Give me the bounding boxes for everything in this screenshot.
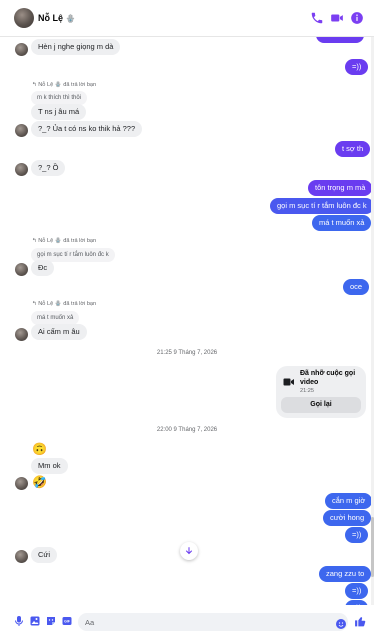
message-outgoing[interactable]: oce — [343, 279, 370, 295]
emoji-message[interactable]: 🤣 — [32, 475, 47, 489]
contact-avatar[interactable] — [14, 8, 34, 28]
message-outgoing[interactable]: gọi m sục tí r tắm luôn đc k — [270, 198, 374, 214]
message-outgoing[interactable]: cắn m giờ — [325, 493, 373, 509]
missed-call-card: Đã nhỡ cuộc gọi video 21:25 Gọi lại — [276, 366, 366, 418]
chat-header: Nỗ Lệ 🪬 — [0, 0, 374, 37]
contact-name[interactable]: Nỗ Lệ 🪬 — [38, 13, 76, 23]
message-outgoing[interactable]: =)) — [345, 583, 369, 599]
sender-avatar — [15, 550, 28, 563]
message-input[interactable] — [78, 613, 348, 631]
message-incoming[interactable]: Ai cấm m âu — [31, 324, 87, 340]
message-outgoing[interactable]: t sợ th — [335, 141, 371, 157]
sender-avatar — [15, 43, 28, 56]
call-back-button[interactable]: Gọi lại — [281, 397, 361, 413]
scroll-to-bottom-button[interactable] — [180, 542, 198, 560]
contact-name-text: Nỗ Lệ — [38, 13, 64, 23]
thumbs-up-icon[interactable] — [354, 615, 367, 628]
message-incoming[interactable]: Hèn j nghe giọng m dà — [31, 39, 121, 55]
sticker-icon[interactable] — [45, 615, 57, 627]
message-incoming[interactable]: T ns j âu má — [31, 104, 87, 120]
reply-label-text: Nỗ Lệ 🪬 đã trả lời bạn — [38, 82, 97, 88]
svg-text:GIF: GIF — [64, 620, 71, 624]
message-outgoing[interactable]: =)) — [345, 527, 369, 543]
reply-label-text: Nỗ Lệ 🪬 đã trả lời bạn — [38, 301, 97, 307]
microphone-icon[interactable] — [13, 615, 25, 627]
contact-name-emoji: 🪬 — [65, 14, 76, 23]
timestamp-divider: 21:25 9 Tháng 7, 2026 — [156, 350, 218, 356]
message-incoming[interactable]: ?_? Ủa t có ns ko thik hả ??? — [31, 121, 143, 137]
message-composer: GIF — [0, 605, 374, 640]
sender-avatar — [15, 477, 28, 490]
reply-label-text: Nỗ Lệ 🪬 đã trả lời bạn — [38, 238, 97, 244]
image-gallery-icon[interactable] — [29, 615, 41, 627]
message-incoming[interactable]: Đc — [31, 260, 55, 276]
timestamp-divider: 22:00 9 Tháng 7, 2026 — [156, 427, 218, 433]
quoted-message[interactable]: má t muốn xả — [31, 311, 80, 325]
emoji-message[interactable]: 🙃 — [32, 442, 47, 456]
message-outgoing[interactable]: má t muốn xả — [312, 215, 372, 231]
reply-label: ↰ Nỗ Lệ 🪬 đã trả lời bạn — [32, 82, 96, 88]
video-camera-icon — [283, 378, 294, 386]
reply-label: ↰ Nỗ Lệ 🪬 đã trả lời bạn — [32, 301, 96, 307]
sender-avatar — [15, 328, 28, 341]
message-incoming[interactable]: Cứi — [31, 547, 58, 563]
message-incoming[interactable]: Mm ok — [31, 458, 68, 474]
message-outgoing[interactable]: cười hong — [323, 510, 372, 526]
video-call-icon[interactable] — [330, 11, 344, 25]
quoted-message[interactable]: m k thích thì thôi — [31, 91, 88, 105]
reply-label: ↰ Nỗ Lệ 🪬 đã trả lời bạn — [32, 238, 96, 244]
missed-call-time: 21:25 — [300, 388, 314, 394]
message-outgoing[interactable]: zang zzu to — [319, 566, 372, 582]
message-outgoing-cropped — [316, 37, 364, 43]
message-incoming[interactable]: ?_? Ồ — [31, 160, 66, 176]
missed-call-title: Đã nhỡ cuộc gọi video — [300, 370, 356, 386]
sender-avatar — [15, 124, 28, 137]
message-outgoing[interactable]: tôn trọng m mà — [308, 180, 373, 196]
message-thread: Hèn j nghe giọng m dà =)) ↰ Nỗ Lệ 🪬 đã t… — [0, 37, 374, 605]
message-outgoing[interactable]: =)) — [345, 59, 369, 75]
arrow-down-icon — [185, 547, 193, 555]
phone-call-icon[interactable] — [310, 11, 324, 25]
emoji-icon[interactable] — [335, 618, 347, 630]
sender-avatar — [15, 263, 28, 276]
sender-avatar — [15, 163, 28, 176]
gif-icon[interactable]: GIF — [61, 615, 73, 627]
info-icon[interactable] — [350, 11, 364, 25]
